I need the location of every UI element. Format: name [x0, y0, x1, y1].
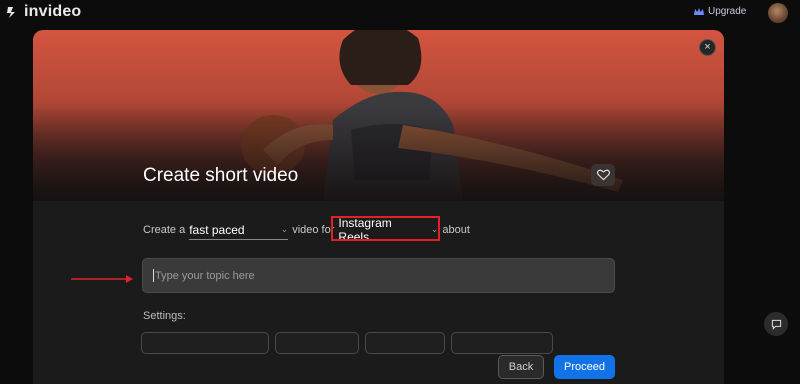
topic-placeholder: Type your topic here — [155, 269, 255, 282]
upgrade-label: Upgrade — [708, 6, 747, 17]
hero-banner — [33, 30, 724, 201]
crown-icon — [694, 7, 704, 15]
proceed-button[interactable]: Proceed — [554, 355, 615, 379]
arrow-icon — [71, 275, 133, 283]
settings-label: Settings: — [143, 310, 186, 322]
pace-value: fast paced — [189, 222, 245, 237]
pace-select[interactable]: fast paced ⌄ — [189, 221, 289, 240]
upgrade-button[interactable]: Upgrade — [694, 6, 746, 17]
modal-title: Create short video — [143, 165, 299, 186]
settings-chip-2[interactable] — [275, 332, 359, 354]
app-name: invideo — [24, 3, 82, 20]
chat-icon — [771, 319, 781, 330]
close-icon: × — [704, 41, 711, 53]
hero-gradient — [33, 30, 724, 201]
create-video-modal: × Create short video Create a fast paced… — [33, 30, 724, 384]
settings-chip-4[interactable] — [451, 332, 553, 354]
heart-icon — [596, 169, 610, 181]
avatar[interactable] — [768, 3, 788, 23]
chevron-down-icon: ⌄ — [280, 224, 289, 234]
favorite-button[interactable] — [591, 164, 615, 186]
close-button[interactable]: × — [699, 39, 716, 56]
back-button[interactable]: Back — [498, 355, 544, 379]
sentence-suffix: about — [442, 224, 470, 236]
text-caret — [153, 269, 154, 282]
sentence-prefix: Create a — [143, 224, 186, 236]
chat-button[interactable] — [764, 312, 788, 336]
settings-chip-1[interactable] — [141, 332, 269, 354]
invideo-logo-icon — [7, 7, 15, 18]
topic-input[interactable]: Type your topic here — [142, 258, 615, 293]
app-logo[interactable]: invideo — [6, 3, 81, 21]
top-bar: invideo Upgrade — [0, 0, 800, 26]
platform-highlight-box — [331, 216, 440, 241]
sentence-middle: video for — [292, 224, 335, 236]
settings-chip-3[interactable] — [365, 332, 445, 354]
